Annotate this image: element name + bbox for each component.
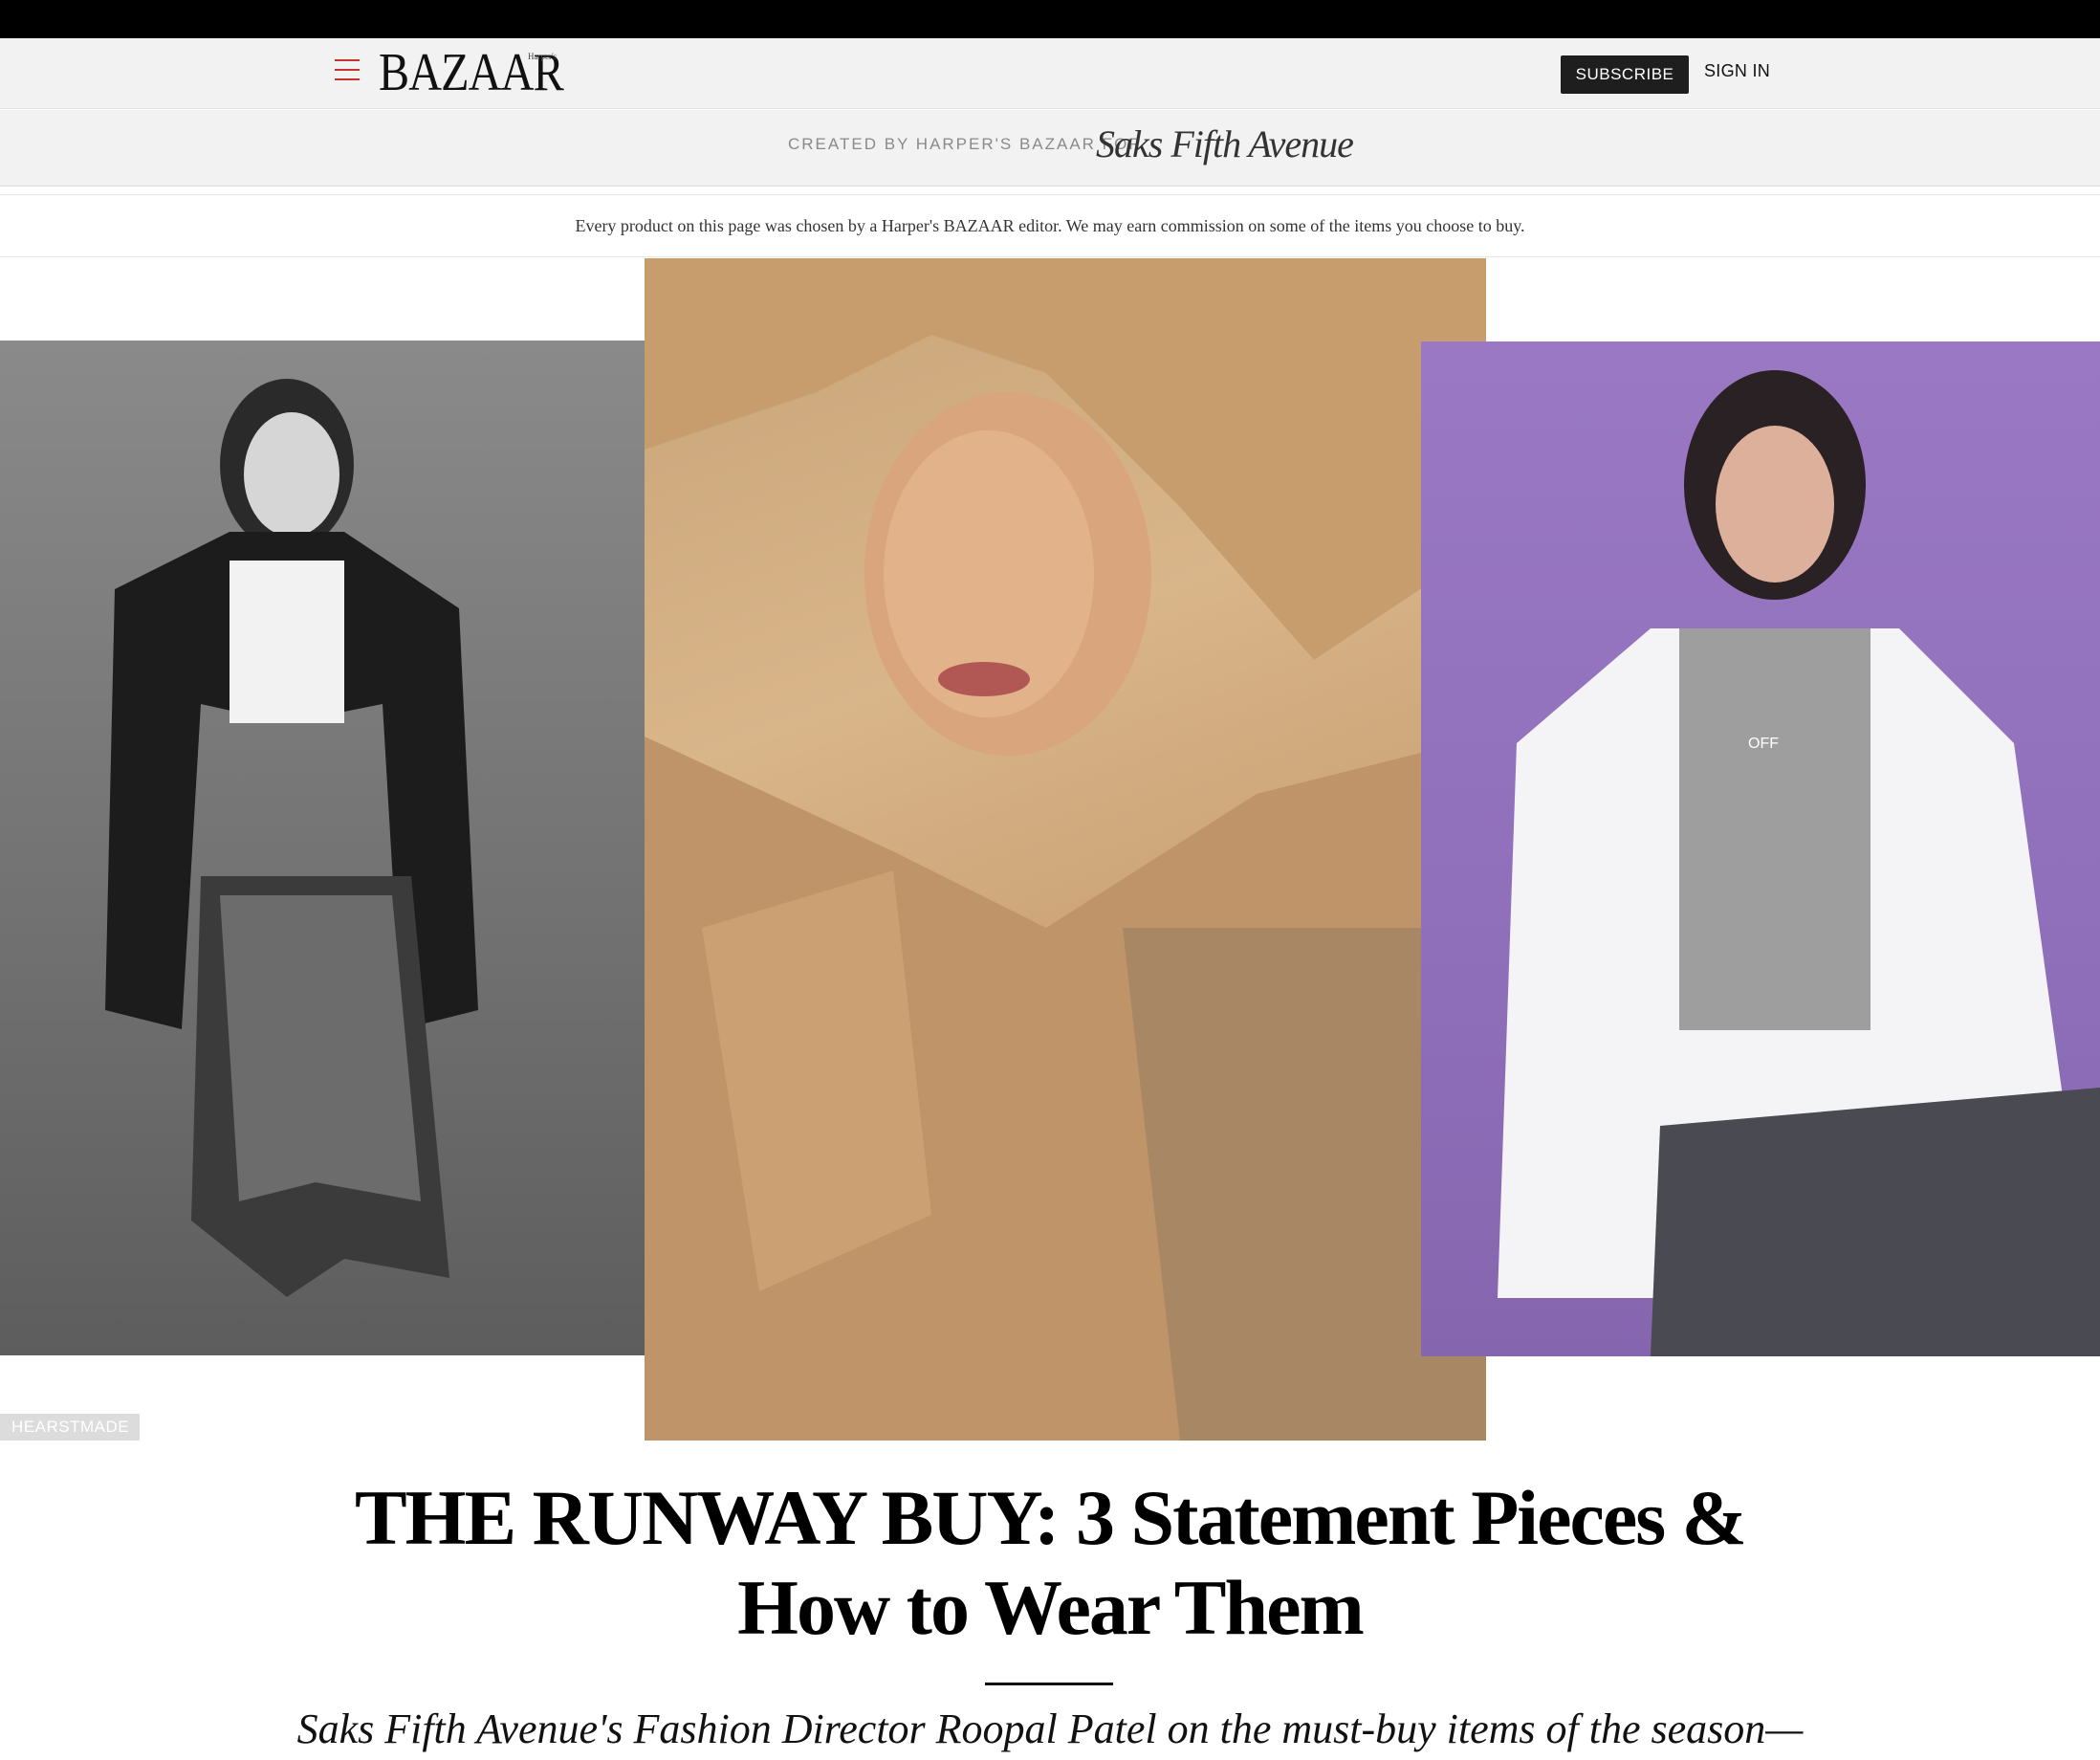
site-header: BAZAAR Harper's bbox=[0, 38, 2100, 109]
article-dek: Saks Fifth Avenue's Fashion Director Roo… bbox=[296, 1705, 1804, 1752]
affiliate-disclaimer-bar: Every product on this page was chosen by… bbox=[0, 194, 2100, 257]
sponsor-banner: CREATED BY HARPER'S BAZAAR FOR Saks Fift… bbox=[0, 110, 2100, 187]
sign-in-link[interactable]: SIGN IN bbox=[1704, 61, 1770, 81]
top-black-bar bbox=[0, 0, 2100, 38]
svg-text:OFF: OFF bbox=[1748, 736, 1779, 752]
sponsor-text: CREATED BY HARPER'S BAZAAR FOR bbox=[788, 135, 1143, 153]
subscribe-button[interactable]: SUBSCRIBE bbox=[1561, 55, 1689, 94]
affiliate-disclaimer: Every product on this page was chosen by… bbox=[575, 216, 1525, 235]
model-white-parka-photo: OFF bbox=[1421, 341, 2100, 1356]
headline-divider bbox=[985, 1683, 1113, 1685]
model-trench-coat-photo bbox=[645, 258, 1486, 1441]
article-headline: THE RUNWAY BUY: 3 Statement Pieces & How… bbox=[354, 1474, 1747, 1651]
model-leather-jacket-photo bbox=[0, 341, 646, 1355]
saks-fifth-avenue-logo[interactable]: Saks Fifth Avenue bbox=[1096, 121, 1354, 166]
hamburger-menu-icon[interactable] bbox=[335, 59, 360, 80]
hearstmade-badge: HEARSTMADE bbox=[0, 1414, 140, 1441]
site-logo-small-text: Harper's bbox=[528, 52, 558, 61]
